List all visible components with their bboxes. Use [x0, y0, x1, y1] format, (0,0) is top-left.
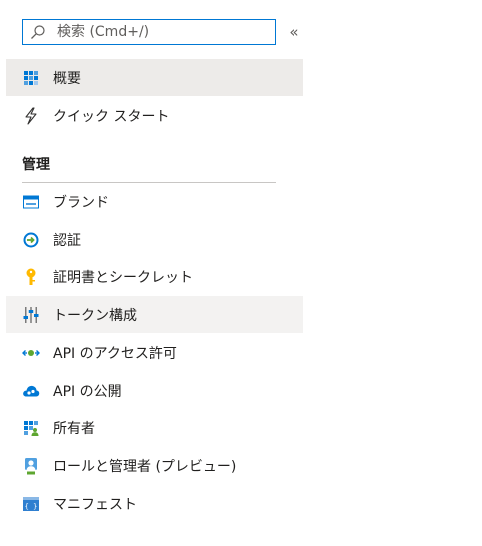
nav-item-branding[interactable]: ブランド: [6, 183, 303, 220]
key-icon: [22, 268, 40, 286]
search-icon: [29, 23, 47, 41]
nav-label: 所有者: [53, 420, 95, 437]
nav-item-authentication[interactable]: 認証: [6, 221, 303, 258]
nav-item-quickstart[interactable]: クイック スタート: [6, 97, 303, 134]
nav-item-owners[interactable]: 所有者: [6, 409, 303, 446]
svg-text:{ }: { }: [25, 502, 38, 510]
nav-label: API のアクセス許可: [53, 345, 177, 362]
branding-icon: [22, 193, 40, 211]
nav-item-manifest[interactable]: { } マニフェスト: [6, 485, 303, 522]
nav-item-api-permissions[interactable]: API のアクセス許可: [6, 334, 303, 371]
nav-item-token-config[interactable]: トークン構成: [6, 296, 303, 333]
collapse-menu-button[interactable]: «: [284, 22, 304, 42]
overview-grid-icon: [22, 69, 40, 87]
search-row: «: [22, 19, 302, 46]
nav-item-overview[interactable]: 概要: [6, 59, 303, 96]
nav-label: マニフェスト: [53, 496, 137, 513]
nav-label: 概要: [53, 70, 81, 87]
manifest-icon: { }: [22, 495, 40, 513]
section-header-manage: 管理: [22, 157, 50, 173]
nav-item-certificates[interactable]: 証明書とシークレット: [6, 258, 303, 295]
authentication-icon: [22, 231, 40, 249]
nav-label: ブランド: [53, 194, 109, 211]
search-box[interactable]: [22, 19, 276, 45]
nav-label: 証明書とシークレット: [53, 269, 193, 286]
nav-label: ロールと管理者 (プレビュー): [53, 458, 237, 475]
api-permissions-icon: [22, 344, 40, 362]
nav-label: API の公開: [53, 383, 122, 400]
nav-label: 認証: [53, 232, 81, 249]
lightning-icon: [22, 106, 40, 125]
nav-label: トークン構成: [53, 307, 137, 324]
nav-item-roles-admins[interactable]: ロールと管理者 (プレビュー): [6, 447, 303, 484]
nav-label: クイック スタート: [53, 108, 170, 125]
owners-icon: [22, 419, 40, 437]
search-input[interactable]: [57, 21, 257, 43]
roles-admins-icon: [22, 457, 40, 475]
nav-item-expose-api[interactable]: API の公開: [6, 372, 303, 409]
token-config-icon: [22, 306, 40, 324]
expose-api-cloud-icon: [22, 382, 40, 400]
